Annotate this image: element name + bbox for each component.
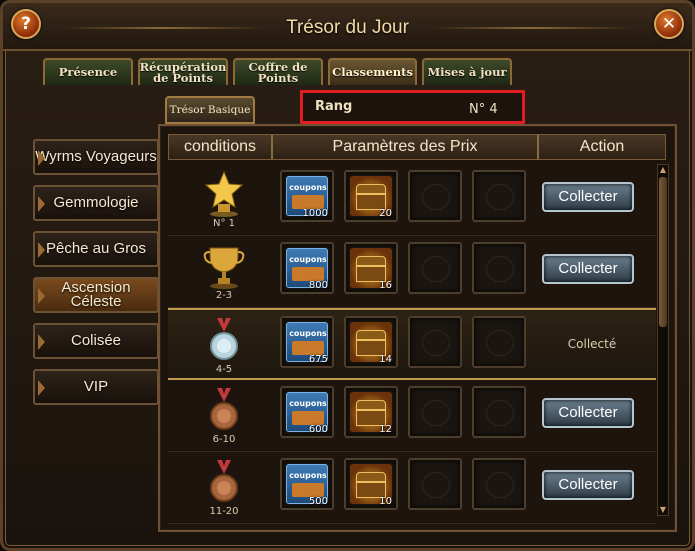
table-row: 11-20 coupons 500 10 Collecter [168,452,656,524]
rank-condition: 11-20 [209,506,239,517]
scrollbar[interactable]: ▲ ▼ [657,164,669,516]
reward-slot[interactable]: coupons 800 [280,242,334,294]
coupon-label: coupons [289,399,327,408]
scroll-icon [292,195,324,209]
table-row: N° 1 coupons 1000 20 Collecter [168,164,656,236]
rank-condition: N° 1 [212,218,236,229]
reward-quantity: 20 [379,208,392,219]
table-row: 4-5 coupons 675 14 Collecté [168,308,656,380]
coupon-label: coupons [289,471,327,480]
header-prizes: Paramètres des Prix [332,138,478,155]
window-title: Trésor du Jour [286,17,409,38]
empty-reward-slot [408,458,462,510]
coupon-label: coupons [289,329,327,338]
tab-points-chest[interactable]: Coffre de Points [233,58,323,85]
star-trophy-icon [202,170,246,218]
coupon-label: coupons [289,255,327,264]
empty-reward-slot [408,316,462,368]
rank-condition: 6-10 [212,434,236,445]
empty-reward-slot [472,386,526,438]
empty-reward-slot [472,458,526,510]
rewards-table: N° 1 coupons 1000 20 Collecter 2-3 coupo… [168,164,656,526]
side-item-gemmology[interactable]: Gemmologie [33,185,159,221]
silver-medal-icon [202,316,246,364]
reward-quantity: 600 [308,424,328,435]
reward-slot[interactable]: coupons 675 [280,316,334,368]
rank-condition: 2-3 [215,290,233,301]
scroll-down-arrow-icon[interactable]: ▼ [658,505,668,515]
coupon-label: coupons [289,183,327,192]
reward-quantity: 1000 [302,208,328,219]
bronze-medal-icon [202,386,246,434]
tab-rankings[interactable]: Classements [328,58,417,85]
table-row: 6-10 coupons 600 12 Collecter [168,380,656,452]
collect-button[interactable]: Collecter [542,182,634,212]
empty-reward-slot [408,386,462,438]
collect-button[interactable]: Collecter [542,470,634,500]
tab-updates[interactable]: Mises à jour [422,58,512,85]
close-button[interactable]: ✕ [654,9,684,39]
bronze-medal-icon [202,458,246,506]
table-row: 2-3 coupons 800 16 Collecter [168,236,656,308]
rank-condition: 4-5 [215,364,233,375]
tab-presence[interactable]: Présence [43,58,133,85]
scroll-thumb[interactable] [659,177,667,327]
reward-slot[interactable]: 20 [344,170,398,222]
reward-slot[interactable]: 12 [344,386,398,438]
sub-tab-basic-treasure[interactable]: Trésor Basique [165,96,255,124]
scroll-up-arrow-icon[interactable]: ▲ [658,165,668,175]
empty-reward-slot [472,242,526,294]
rank-value: N° 4 [469,102,498,117]
side-item-vip[interactable]: VIP [33,369,159,405]
reward-quantity: 675 [308,354,328,365]
scroll-icon [292,341,324,355]
reward-slot[interactable]: 10 [344,458,398,510]
help-button[interactable]: ? [11,9,41,39]
side-item-wyrms[interactable]: Wyrms Voyageurs [33,139,159,175]
reward-quantity: 16 [379,280,392,291]
tab-points-recovery[interactable]: Récupération de Points [138,58,228,85]
reward-quantity: 10 [379,496,392,507]
side-item-ascension[interactable]: Ascension Céleste [33,277,159,313]
empty-reward-slot [472,170,526,222]
empty-reward-slot [408,242,462,294]
scroll-icon [292,483,324,497]
collected-status: Collecté [567,337,617,351]
collect-button[interactable]: Collecter [542,254,634,284]
reward-slot[interactable]: coupons 1000 [280,170,334,222]
rank-label: Rang [315,99,353,114]
reward-quantity: 500 [308,496,328,507]
reward-quantity: 14 [379,354,392,365]
header-conditions: conditions [183,138,257,155]
side-item-colosseum[interactable]: Colisée [33,323,159,359]
reward-slot[interactable]: 14 [344,316,398,368]
scroll-icon [292,411,324,425]
reward-slot[interactable]: coupons 500 [280,458,334,510]
rank-indicator: Rang N° 4 [300,90,525,124]
collect-button[interactable]: Collecter [542,398,634,428]
header-action: Action [579,138,625,155]
title-bar: Trésor du Jour ? ✕ [3,3,692,51]
side-item-fishing[interactable]: Pêche au Gros [33,231,159,267]
empty-reward-slot [472,316,526,368]
scroll-icon [292,267,324,281]
reward-quantity: 12 [379,424,392,435]
table-header: conditions Paramètres des Prix Action [168,134,666,160]
empty-reward-slot [408,170,462,222]
rewards-panel: conditions Paramètres des Prix Action N°… [158,124,677,532]
reward-window: Trésor du Jour ? ✕ Présence Récupération… [0,0,695,551]
reward-quantity: 800 [308,280,328,291]
reward-slot[interactable]: coupons 600 [280,386,334,438]
cup-trophy-icon [202,242,246,290]
reward-slot[interactable]: 16 [344,242,398,294]
